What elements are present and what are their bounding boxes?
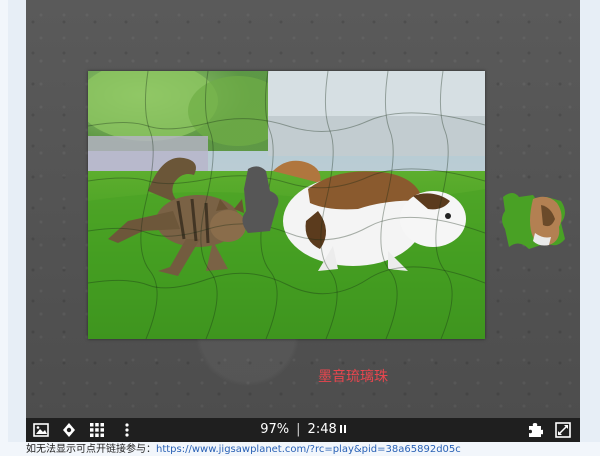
timer: 2:48 [307,422,337,437]
loose-piece-picture [502,193,565,249]
puzzle-link[interactable]: https://www.jigsawplanet.com/?rc=play&pi… [156,444,461,455]
footer-text: 如无法显示可点开链接参与： [26,444,156,455]
status-separator: | [296,422,301,437]
fullscreen-icon[interactable] [554,421,572,439]
footer-note: 如无法显示可点开链接参与：https://www.jigsawplanet.co… [26,443,600,456]
more-icon[interactable] [118,421,136,439]
grid-icon[interactable] [88,421,106,439]
puzzle-picture [88,71,485,339]
shapes-icon[interactable] [60,421,78,439]
puzzle-caption: 墨音琉璃珠 [318,369,388,385]
bottom-toolbar: 97% | 2:48 [26,418,580,442]
puzzle-piece-icon[interactable] [526,421,544,439]
assembled-puzzle[interactable] [88,71,485,339]
loose-puzzle-piece[interactable] [499,189,571,255]
progress-status: 97% | 2:48 [226,422,380,437]
completion-percent: 97% [260,422,290,437]
image-icon[interactable] [32,421,50,439]
pause-icon[interactable] [339,425,346,433]
